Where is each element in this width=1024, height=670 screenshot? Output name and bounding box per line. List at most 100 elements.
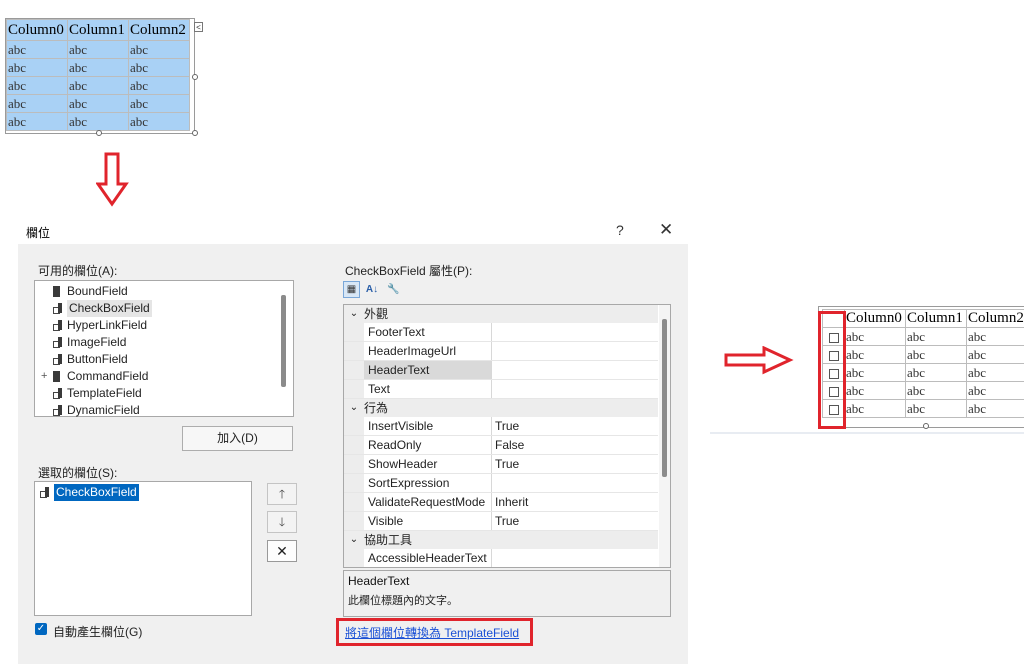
property-row[interactable]: HeaderText xyxy=(344,361,658,380)
property-gutter xyxy=(344,455,364,473)
alphabetical-icon[interactable]: A↓ xyxy=(363,281,381,298)
smart-tag-icon[interactable]: < xyxy=(194,22,203,32)
property-name: SortExpression xyxy=(364,474,492,492)
table-cell: abc xyxy=(905,327,967,346)
add-button[interactable]: 加入(D) xyxy=(182,426,293,451)
available-field-label: HyperLinkField xyxy=(67,318,148,332)
expand-icon[interactable]: + xyxy=(41,368,51,385)
available-field-item[interactable]: HyperLinkField xyxy=(41,317,271,334)
property-row[interactable]: Text xyxy=(344,380,658,399)
property-value[interactable] xyxy=(492,323,658,341)
table-cell: abc xyxy=(844,363,906,382)
resize-handle-right[interactable] xyxy=(192,74,198,80)
property-gutter xyxy=(344,493,364,511)
collapse-chevron-icon[interactable]: ⌄ xyxy=(344,305,364,323)
property-name: AccessibleHeaderText xyxy=(364,549,492,567)
categorized-icon[interactable]: ▦ xyxy=(343,281,360,298)
resize-handle-bottom[interactable] xyxy=(96,130,102,136)
property-value[interactable] xyxy=(492,549,658,567)
collapse-chevron-icon[interactable]: ⌄ xyxy=(344,531,364,549)
checkbox-field-icon xyxy=(40,487,49,498)
property-category[interactable]: ⌄ 行為 xyxy=(344,399,658,417)
auto-generate-label: 自動產生欄位(G) xyxy=(53,625,143,639)
property-row[interactable]: ValidateRequestMode Inherit xyxy=(344,493,658,512)
property-grid[interactable]: ⌄ 外觀 FooterText HeaderImageUrl HeaderText Tex… xyxy=(343,304,671,568)
selected-fields-list[interactable]: CheckBoxField xyxy=(34,481,252,616)
property-row[interactable]: ShowHeader True xyxy=(344,455,658,474)
property-name: InsertVisible xyxy=(364,417,492,435)
table-cell: abc xyxy=(128,58,190,77)
table-cell: abc xyxy=(905,381,967,400)
available-field-label: DynamicField xyxy=(67,403,140,417)
property-row[interactable]: FooterText xyxy=(344,323,658,342)
property-value[interactable] xyxy=(492,474,658,492)
property-name: HeaderImageUrl xyxy=(364,342,492,360)
dialog-titlebar: 欄位 ? ✕ xyxy=(18,218,688,244)
property-value[interactable] xyxy=(492,342,658,360)
table-cell: abc xyxy=(128,40,190,59)
table-cell: abc xyxy=(6,112,68,131)
table-cell: abc xyxy=(905,363,967,382)
property-value[interactable] xyxy=(492,380,658,398)
available-field-item[interactable]: ImageField xyxy=(41,334,271,351)
available-field-label: TemplateField xyxy=(67,386,142,400)
property-value[interactable]: True xyxy=(492,417,658,435)
column-header: Column2 xyxy=(966,309,1024,328)
property-row[interactable]: Visible True xyxy=(344,512,658,531)
property-gutter xyxy=(344,549,364,567)
help-button[interactable]: ? xyxy=(616,222,624,238)
property-value[interactable]: True xyxy=(492,512,658,530)
result-gridview[interactable]: Column0 Column1 Column2 abc abc abc abc abc abc… xyxy=(818,306,1024,428)
table-cell: abc xyxy=(67,76,129,95)
property-name: ReadOnly xyxy=(364,436,492,454)
result-grid-table: Column0 Column1 Column2 abc abc abc abc abc abc… xyxy=(822,309,1024,418)
property-category[interactable]: ⌄ 外觀 xyxy=(344,305,658,323)
table-cell: abc xyxy=(844,345,906,364)
property-row[interactable]: HeaderImageUrl xyxy=(344,342,658,361)
result-resize-handle[interactable] xyxy=(923,423,929,429)
selected-field-item[interactable]: CheckBoxField xyxy=(38,484,139,501)
table-cell: abc xyxy=(905,345,967,364)
top-gridview[interactable]: Column0 Column1 Column2 abc abc abc abc abc abc… xyxy=(5,18,195,134)
property-gutter xyxy=(344,361,364,379)
property-grid-scrollbar[interactable] xyxy=(662,319,667,477)
table-row: abc abc abc xyxy=(6,94,190,113)
property-pages-icon[interactable]: 🔧 xyxy=(387,281,401,298)
property-value[interactable]: Inherit xyxy=(492,493,658,511)
available-field-label: BoundField xyxy=(67,284,128,298)
property-category[interactable]: ⌄ 協助工具 xyxy=(344,531,658,549)
column-header: Column1 xyxy=(67,19,129,41)
property-row[interactable]: SortExpression xyxy=(344,474,658,493)
move-up-button[interactable]: 🡑 xyxy=(267,483,297,505)
property-row[interactable]: AccessibleHeaderText xyxy=(344,549,658,567)
template-field-icon xyxy=(53,388,62,399)
description-text: 此欄位標題內的文字。 xyxy=(348,595,458,607)
property-value[interactable] xyxy=(492,361,658,379)
property-row[interactable]: ReadOnly False xyxy=(344,436,658,455)
property-row[interactable]: InsertVisible True xyxy=(344,417,658,436)
property-value[interactable]: False xyxy=(492,436,658,454)
command-field-icon xyxy=(53,371,60,382)
resize-handle-corner[interactable] xyxy=(192,130,198,136)
available-field-item[interactable]: ButtonField xyxy=(41,351,271,368)
available-field-label: ImageField xyxy=(67,335,127,349)
property-value[interactable]: True xyxy=(492,455,658,473)
table-cell: abc xyxy=(128,94,190,113)
available-field-item[interactable]: DynamicField xyxy=(41,402,271,419)
available-fields-tree[interactable]: BoundField CheckBoxField HyperLinkField Ima… xyxy=(34,280,294,417)
available-field-item[interactable]: CheckBoxField xyxy=(41,300,271,317)
column-header: Column0 xyxy=(6,19,68,41)
auto-generate-checkbox[interactable]: ✓ xyxy=(35,623,47,635)
table-cell: abc xyxy=(6,58,68,77)
close-button[interactable]: ✕ xyxy=(659,220,673,240)
delete-field-button[interactable]: ✕ xyxy=(267,540,297,562)
tree-scrollbar[interactable] xyxy=(281,295,286,387)
category-label: 行為 xyxy=(364,401,389,415)
available-field-item[interactable]: + CommandField xyxy=(41,368,271,385)
collapse-chevron-icon[interactable]: ⌄ xyxy=(344,399,364,417)
available-field-item[interactable]: BoundField xyxy=(41,283,271,300)
available-field-item[interactable]: TemplateField xyxy=(41,385,271,402)
convert-to-templatefield-link[interactable]: 將這個欄位轉換為 TemplateField xyxy=(345,624,519,641)
move-down-button[interactable]: 🡓 xyxy=(267,511,297,533)
table-cell: abc xyxy=(966,327,1024,346)
